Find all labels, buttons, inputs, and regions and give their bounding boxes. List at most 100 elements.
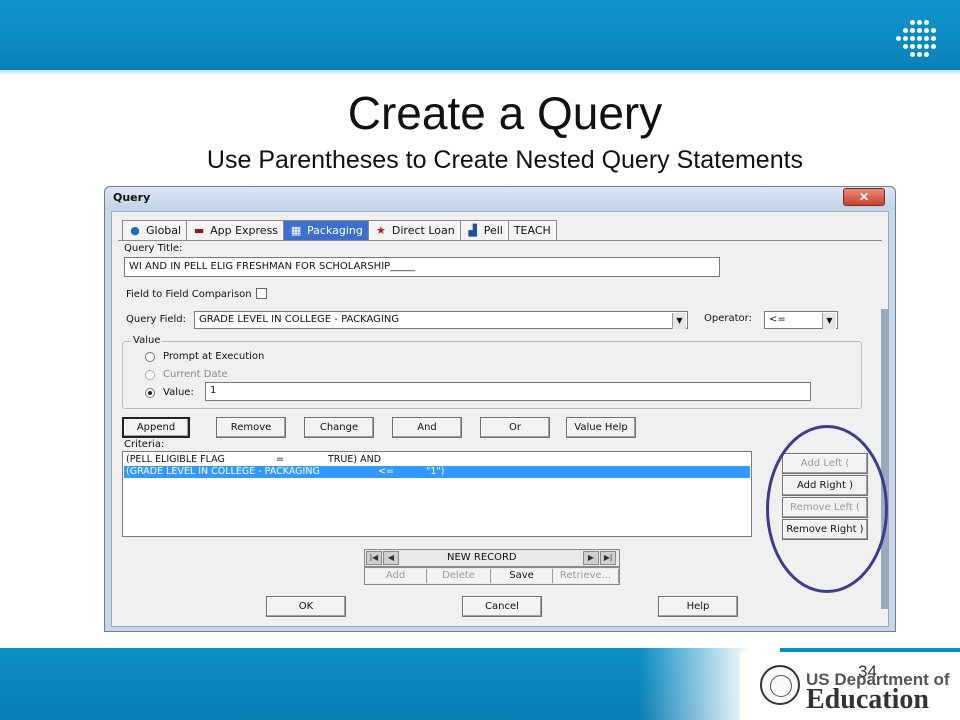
criteria-operator: = [276,454,284,465]
criteria-operator: <= [378,466,394,477]
value-group-label: Value [131,335,163,346]
logo-dot [903,36,908,41]
criteria-row-selected[interactable]: (GRADE LEVEL IN COLLEGE - PACKAGING <= "… [124,466,750,478]
query-field-label: Query Field: [126,314,187,325]
field-compare-checkbox[interactable] [256,288,267,299]
criteria-label: Criteria: [124,439,165,450]
prompt-radio[interactable] [145,352,155,362]
close-button[interactable]: ✕ [843,188,885,206]
current-date-radio-label: Current Date [163,369,228,380]
add-record-button[interactable]: Add [365,569,427,583]
logo-dot [910,44,915,49]
criteria-list[interactable]: (PELL ELIGIBLE FLAG = TRUE) AND (GRADE L… [122,451,752,537]
logo-dot [924,36,929,41]
retrieve-record-button[interactable]: Retrieve... [553,569,619,583]
value-input[interactable]: 1 [205,382,811,401]
top-banner-fade [0,70,960,76]
logo-dot [924,28,929,33]
chevron-down-icon[interactable]: ▼ [822,313,836,329]
help-button[interactable]: Help [658,596,738,617]
change-button[interactable]: Change [304,417,374,438]
tab-direct-loan[interactable]: ★ Direct Loan [367,220,461,240]
logo-dot [924,52,929,57]
logo-dot [917,28,922,33]
query-field-select[interactable]: GRADE LEVEL IN COLLEGE - PACKAGING ▼ [194,311,688,329]
tab-label: Packaging [307,224,363,237]
value-help-button[interactable]: Value Help [566,417,636,438]
operator-select[interactable]: <= ▼ [764,311,838,329]
window-title: Query [113,191,151,204]
delete-record-button[interactable]: Delete [427,569,491,583]
last-record-icon[interactable]: ▶| [600,551,616,565]
record-navigator: |◀ ◀ NEW RECORD ▶ ▶| [364,549,620,567]
slide-subtitle: Use Parentheses to Create Nested Query S… [206,146,804,174]
pell-icon: ▟ [468,223,477,237]
query-title-label: Query Title: [124,243,183,254]
logo-dot [903,44,908,49]
window-client-area: ● Global ▬ App Express ▦ Packaging ★ Dir… [111,211,889,627]
footer-logo-line2: Education [806,684,929,715]
logo-dot [917,44,922,49]
record-status: NEW RECORD [447,552,517,563]
chevron-down-icon[interactable]: ▼ [672,313,686,329]
logo-dot [903,28,908,33]
criteria-field: (GRADE LEVEL IN COLLEGE - PACKAGING [126,466,320,477]
tab-label: App Express [210,224,279,237]
logo-dot [910,52,915,57]
tab-global[interactable]: ● Global [122,220,188,240]
tab-packaging[interactable]: ▦ Packaging [283,220,369,240]
query-title-input[interactable]: WI AND IN PELL ELIG FRESHMAN FOR SCHOLAR… [124,257,720,277]
window-edge-strip [881,309,889,609]
logo-dot [917,52,922,57]
tab-app-express[interactable]: ▬ App Express [186,220,285,240]
criteria-row[interactable]: (PELL ELIGIBLE FLAG = TRUE) AND [124,454,750,466]
criteria-value: "1") [426,466,445,477]
save-record-button[interactable]: Save [491,569,553,583]
logo-dot [931,36,936,41]
logo-dot [896,36,901,41]
globe-icon: ● [130,223,140,237]
logo-dot [917,20,922,25]
value-radio-label: Value: [163,387,194,398]
tab-label: Global [146,224,182,237]
cancel-button[interactable]: Cancel [462,596,542,617]
operator-value: <= [769,314,786,325]
first-record-icon[interactable]: |◀ [366,551,382,565]
logo-dot [931,28,936,33]
top-banner [0,0,960,70]
ok-button[interactable]: OK [266,596,346,617]
window-titlebar[interactable]: Query ✕ [105,187,895,209]
record-actions: Add Delete Save Retrieve... [364,567,620,585]
department-seal-icon [760,665,800,705]
dots-logo-icon [896,20,940,60]
tab-teach[interactable]: TEACH [507,220,557,240]
logo-dot [917,36,922,41]
append-button[interactable]: Append [122,417,190,438]
and-button[interactable]: And [392,417,462,438]
remove-button[interactable]: Remove [216,417,286,438]
logo-dot [910,28,915,33]
app-express-icon: ▬ [193,223,205,237]
value-radio[interactable] [145,388,155,398]
criteria-value: TRUE) AND [328,454,382,465]
prev-record-icon[interactable]: ◀ [383,551,399,565]
tab-label: Pell [483,224,503,237]
tab-label: TEACH [513,224,551,237]
star-icon: ★ [375,223,386,237]
criteria-field: (PELL ELIGIBLE FLAG [126,454,225,465]
logo-dot [924,20,929,25]
slide-title: Create a Query [347,87,663,139]
value-groupbox: Value Prompt at Execution Current Date V… [122,335,862,409]
prompt-radio-label: Prompt at Execution [163,351,265,362]
tab-strip: ● Global ▬ App Express ▦ Packaging ★ Dir… [122,220,557,240]
current-date-radio[interactable] [145,370,155,380]
query-field-value: GRADE LEVEL IN COLLEGE - PACKAGING [199,314,400,325]
packaging-panel: Query Title: WI AND IN PELL ELIG FRESHMA… [118,240,882,620]
operator-label: Operator: [704,313,752,324]
tab-label: Direct Loan [391,224,455,237]
page-number: 34 [858,662,877,681]
tab-pell[interactable]: ▟ Pell [459,220,509,240]
highlight-oval [766,425,888,593]
or-button[interactable]: Or [480,417,550,438]
next-record-icon[interactable]: ▶ [583,551,599,565]
